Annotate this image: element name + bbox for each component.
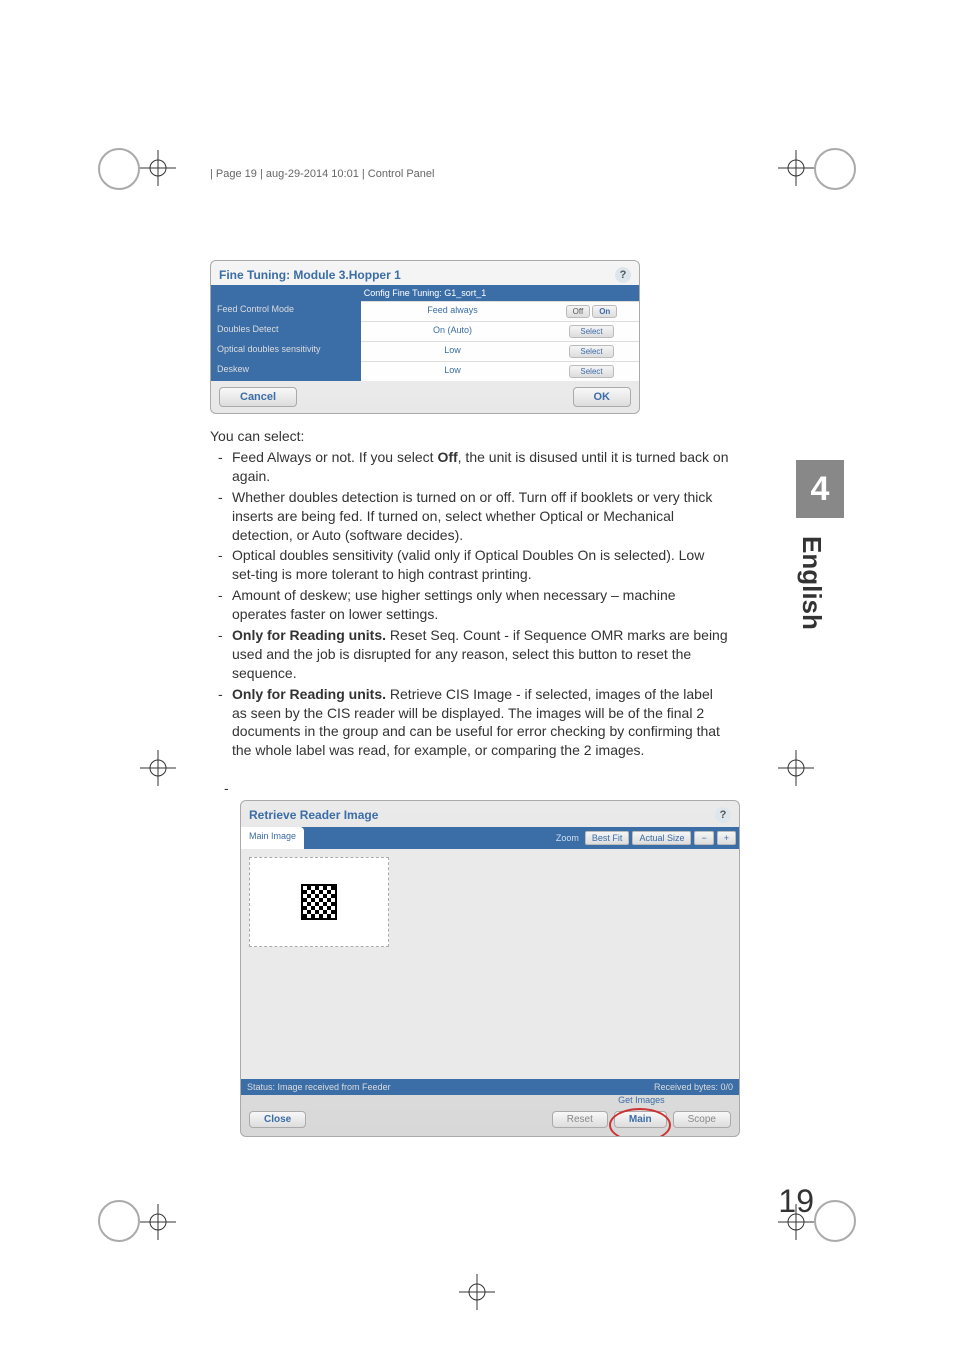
panel-title: Retrieve Reader Image [249, 808, 378, 822]
row-feed-control: Feed Control Mode Feed always Off On [211, 301, 639, 321]
row-label: Optical doubles sensitivity [211, 341, 361, 361]
regmark-icon [778, 150, 814, 186]
regmark-icon [778, 750, 814, 786]
intro-text: You can select: [210, 428, 844, 444]
zoom-in-button[interactable]: + [717, 831, 736, 845]
toggle-off[interactable]: Off [566, 305, 591, 318]
close-button[interactable]: Close [249, 1111, 306, 1128]
get-images-label: Get Images [618, 1095, 665, 1105]
fine-tuning-panel: Fine Tuning: Module 3.Hopper 1 ? Config … [210, 260, 640, 414]
select-button[interactable]: Select [569, 325, 613, 338]
row-doubles-detect: Doubles Detect On (Auto) Select [211, 321, 639, 341]
panel-title: Fine Tuning: Module 3.Hopper 1 [219, 268, 401, 282]
row-deskew: Deskew Low Select [211, 361, 639, 381]
row-value: Low [361, 341, 544, 361]
help-icon[interactable]: ? [615, 267, 631, 283]
status-left: Status: Image received from Feeder [247, 1082, 391, 1092]
list-item: Whether doubles detection is turned on o… [232, 488, 730, 545]
status-right: Received bytes: 0/0 [654, 1082, 733, 1092]
corner-ring-icon [98, 148, 140, 190]
page-number: 19 [778, 1183, 814, 1220]
list-item: Feed Always or not. If you select Off, t… [232, 448, 730, 486]
lone-dash: - [224, 780, 844, 796]
row-value: Feed always [361, 301, 544, 321]
reader-image-panel: Retrieve Reader Image ? Main Image Zoom … [240, 800, 740, 1137]
list-item: Only for Reading units. Reset Seq. Count… [232, 626, 730, 683]
header-line: | Page 19 | aug-29-2014 10:01 | Control … [210, 168, 434, 180]
regmark-icon [140, 750, 176, 786]
ok-button[interactable]: OK [573, 387, 632, 407]
row-label: Deskew [211, 361, 361, 381]
toggle-on[interactable]: On [592, 305, 617, 318]
select-button[interactable]: Select [569, 365, 613, 378]
chapter-number: 4 [796, 460, 844, 518]
image-area [241, 849, 739, 1079]
row-label: Feed Control Mode [211, 301, 361, 321]
row-value: On (Auto) [361, 321, 544, 341]
select-button[interactable]: Select [569, 345, 613, 358]
row-value: Low [361, 361, 544, 381]
regmark-icon [459, 1274, 495, 1310]
zoom-out-button[interactable]: − [694, 831, 713, 845]
scope-button[interactable]: Scope [673, 1111, 731, 1128]
row-optical-sensitivity: Optical doubles sensitivity Low Select [211, 341, 639, 361]
tab-main-image[interactable]: Main Image [241, 827, 304, 849]
zoom-best-fit-button[interactable]: Best Fit [585, 831, 630, 845]
list-item: Optical doubles sensitivity (valid only … [232, 546, 730, 584]
regmark-icon [140, 1204, 176, 1240]
corner-ring-icon [814, 1200, 856, 1242]
zoom-actual-size-button[interactable]: Actual Size [632, 831, 691, 845]
list-item: Amount of deskew; use higher settings on… [232, 586, 730, 624]
help-icon[interactable]: ? [715, 807, 731, 823]
label-preview [249, 857, 389, 947]
language-label: English [796, 536, 827, 630]
side-tab: 4 English [796, 460, 844, 630]
config-label: Config Fine Tuning: G1_sort_1 [211, 285, 639, 301]
regmark-icon [140, 150, 176, 186]
cancel-button[interactable]: Cancel [219, 387, 297, 407]
corner-ring-icon [814, 148, 856, 190]
annotation-oval [609, 1108, 671, 1137]
reset-button[interactable]: Reset [552, 1111, 608, 1128]
corner-ring-icon [98, 1200, 140, 1242]
bullet-list: Feed Always or not. If you select Off, t… [210, 448, 730, 760]
list-item: Only for Reading units. Retrieve CIS Ima… [232, 685, 730, 761]
qr-icon [301, 884, 337, 920]
zoom-label: Zoom [550, 833, 585, 843]
row-label: Doubles Detect [211, 321, 361, 341]
